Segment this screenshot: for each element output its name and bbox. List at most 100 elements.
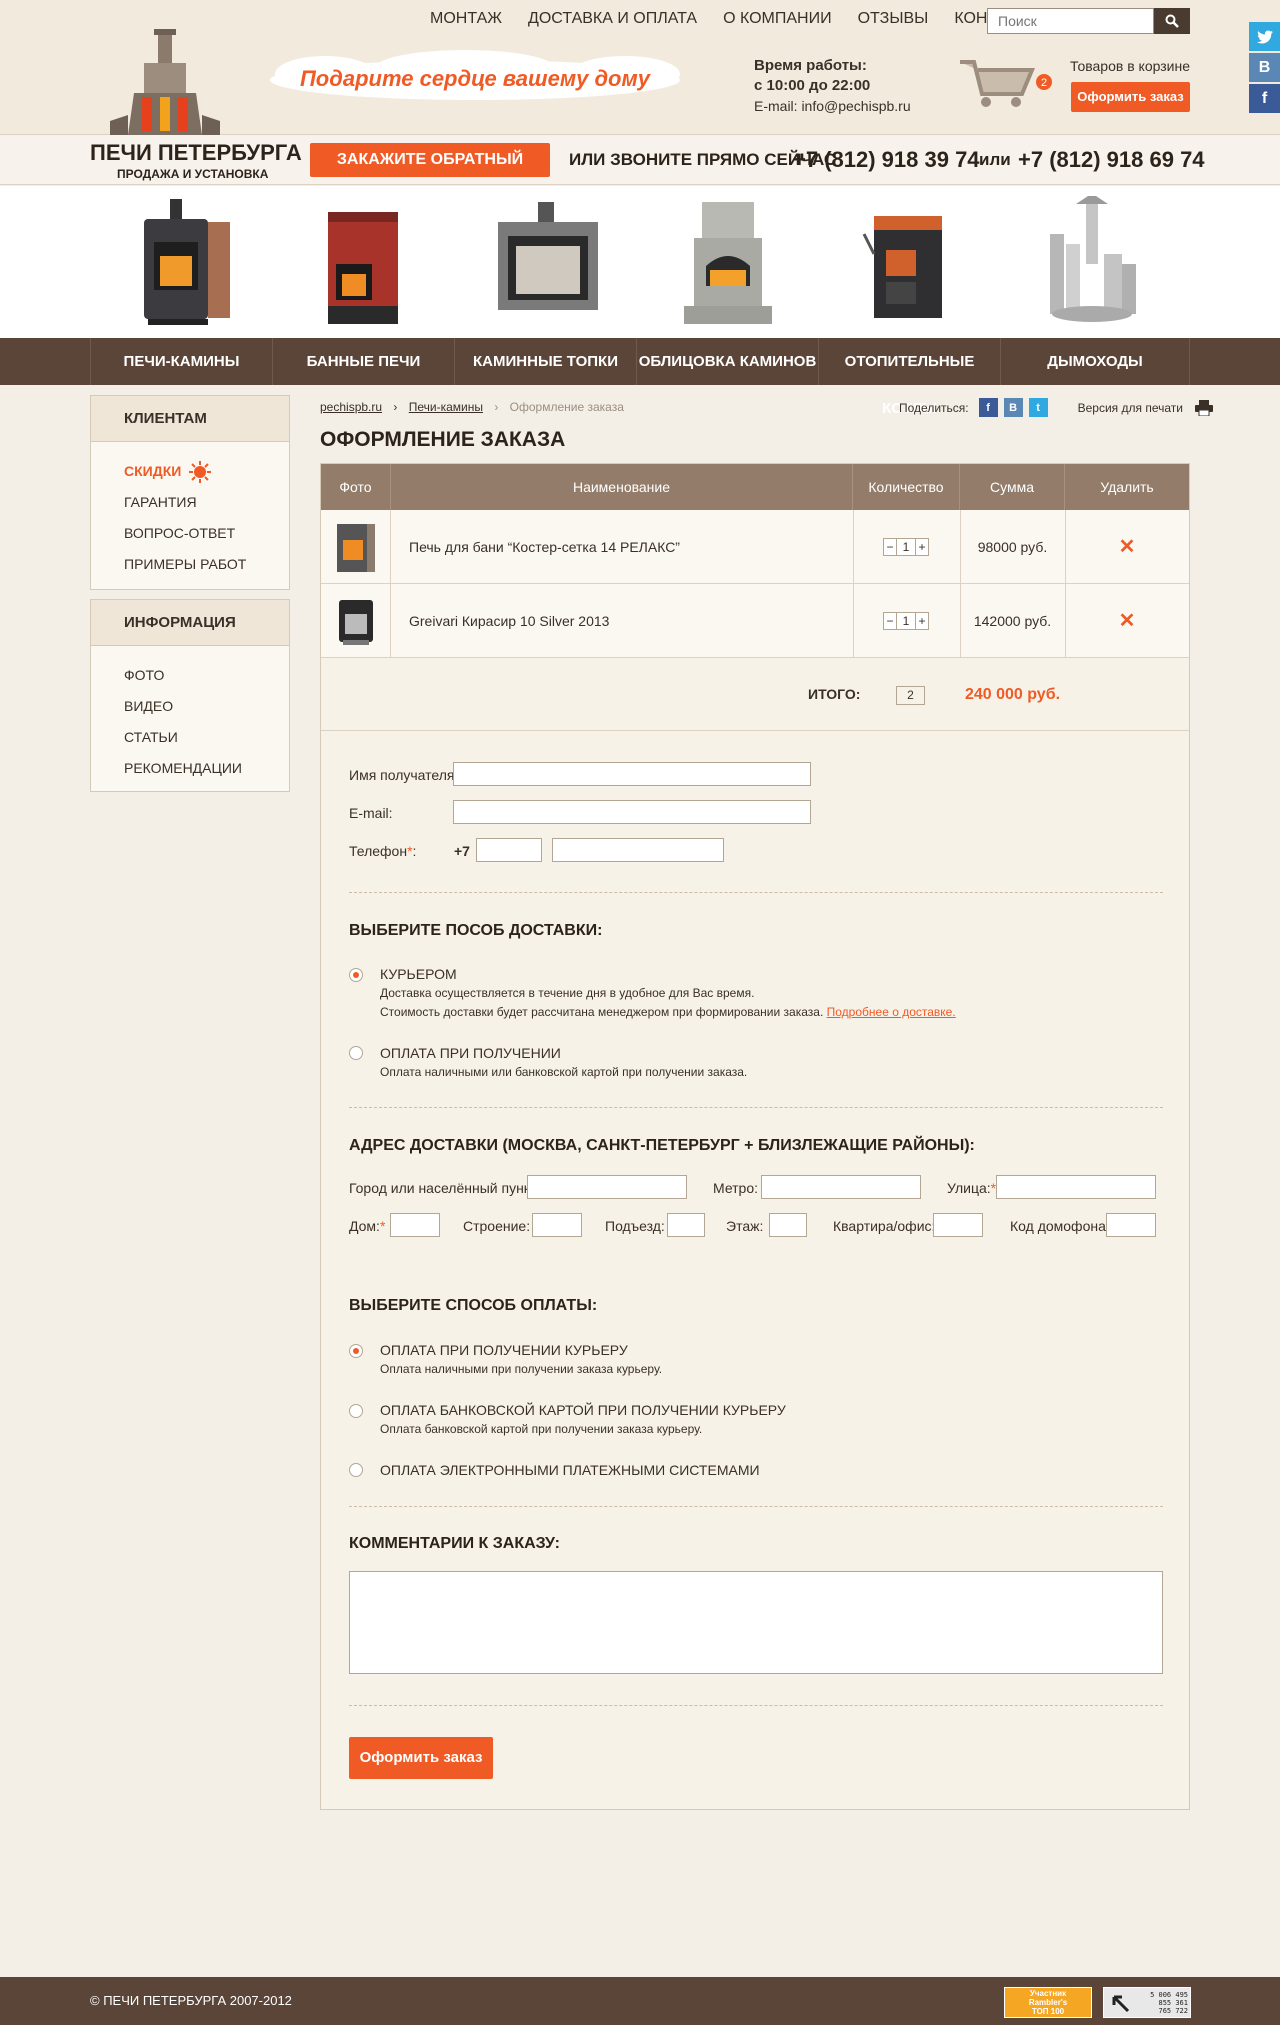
sidebar-item-works[interactable]: ПРИМЕРЫ РАБОТ	[124, 549, 289, 580]
share-facebook-icon[interactable]: f	[978, 398, 998, 417]
sidebar-item-photo[interactable]: ФОТО	[124, 660, 289, 691]
sidebar-item-warranty[interactable]: ГАРАНТИЯ	[124, 487, 289, 518]
payment-cash-radio[interactable]	[349, 1344, 363, 1358]
chimney-image[interactable]	[1032, 194, 1152, 334]
fireplace-cladding-image[interactable]	[668, 194, 788, 334]
phone-label: Телефон*:	[349, 843, 417, 859]
page-title: ОФОРМЛЕНИЕ ЗАКАЗА	[320, 428, 566, 451]
delivery-courier-desc: Доставка осуществляется в течение дня в …	[380, 986, 956, 1019]
print-version-link[interactable]: Версия для печати	[1078, 401, 1183, 415]
metro-field[interactable]	[761, 1175, 921, 1199]
phone-number-field[interactable]	[552, 838, 724, 862]
delete-icon[interactable]: ✕	[1065, 584, 1189, 658]
cart-icon[interactable]: 2	[952, 52, 1052, 112]
twitter-icon[interactable]	[1249, 22, 1280, 51]
entrance-field[interactable]	[667, 1213, 705, 1237]
product-name[interactable]: Greivari Кирасир 10 Silver 2013	[409, 584, 609, 658]
nav-montage[interactable]: МОНТАЖ	[430, 10, 502, 28]
category-sauna-stoves[interactable]: БАННЫЕ ПЕЧИ	[272, 338, 454, 385]
share-vk-icon[interactable]: В	[1003, 398, 1023, 417]
checkout-button[interactable]: Оформить заказ	[1071, 82, 1190, 112]
contact-email[interactable]: E-mail: info@pechispb.ru	[754, 96, 911, 116]
payment-online-label[interactable]: ОПЛАТА ЭЛЕКТРОННЫМИ ПЛАТЕЖНЫМИ СИСТЕМАМИ	[380, 1462, 760, 1478]
building-field[interactable]	[532, 1213, 582, 1237]
liveinternet-counter[interactable]: 5 006 495 855 361 765 722	[1103, 1987, 1191, 2018]
phone-1[interactable]: +7 (812) 918 39 74	[793, 147, 980, 173]
category-fireplace-cladding[interactable]: ОБЛИЦОВКА КАМИНОВ	[636, 338, 818, 385]
phone-2[interactable]: +7 (812) 918 69 74	[1018, 147, 1205, 173]
payment-online-radio[interactable]	[349, 1463, 363, 1477]
intercom-label: Код домофона:	[1010, 1218, 1110, 1234]
category-chimneys[interactable]: ДЫМОХОДЫ	[1000, 338, 1190, 385]
sidebar-item-faq[interactable]: ВОПРОС-ОТВЕТ	[124, 518, 289, 549]
delivery-details-link[interactable]: Подробнее о доставке.	[827, 1005, 956, 1019]
facebook-icon[interactable]: f	[1249, 84, 1280, 113]
payment-card-label[interactable]: ОПЛАТА БАНКОВСКОЙ КАРТОЙ ПРИ ПОЛУЧЕНИИ К…	[380, 1402, 786, 1418]
fireplace-insert-image[interactable]	[486, 194, 606, 334]
delivery-courier-radio[interactable]	[349, 968, 363, 982]
submit-order-button[interactable]: Оформить заказ	[349, 1737, 493, 1779]
flat-field[interactable]	[933, 1213, 983, 1237]
product-photo[interactable]	[321, 584, 391, 658]
column-divider	[1065, 510, 1066, 658]
total-sum: 240 000 руб.	[964, 686, 1061, 703]
category-heating-boilers[interactable]: ОТОПИТЕЛЬНЫЕ КОТЛЫ	[818, 338, 1000, 417]
street-field[interactable]	[996, 1175, 1156, 1199]
comment-textarea[interactable]	[349, 1571, 1163, 1674]
category-fireplace-inserts[interactable]: КАМИННЫЕ ТОПКИ	[454, 338, 636, 385]
quantity-value[interactable]: 1	[897, 538, 915, 556]
entrance-label: Подъезд:	[605, 1218, 665, 1234]
divider	[349, 1506, 1163, 1507]
share-twitter-icon[interactable]: t	[1028, 398, 1048, 417]
plus-button[interactable]: +	[915, 612, 929, 630]
recipient-name-field[interactable]	[453, 762, 811, 786]
delete-icon[interactable]: ✕	[1065, 510, 1189, 584]
stove-fireplace-image[interactable]	[122, 194, 242, 334]
flat-label: Квартира/офис:	[833, 1218, 936, 1234]
floor-field[interactable]	[769, 1213, 807, 1237]
sidebar-item-discounts[interactable]: СКИДКИ	[124, 456, 181, 487]
payment-cash-label[interactable]: ОПЛАТА ПРИ ПОЛУЧЕНИИ КУРЬЕРУ	[380, 1342, 628, 1358]
rambler-counter[interactable]: Участник Rambler's ТОП 100	[1004, 1987, 1092, 2018]
nav-delivery[interactable]: ДОСТАВКА И ОПЛАТА	[528, 10, 697, 28]
nav-about[interactable]: О КОМПАНИИ	[723, 10, 832, 28]
plus-button[interactable]: +	[915, 538, 929, 556]
column-divider	[960, 510, 961, 658]
sidebar-item-articles[interactable]: СТАТЬИ	[124, 722, 289, 753]
product-photo[interactable]	[321, 510, 391, 584]
house-field[interactable]	[390, 1213, 440, 1237]
callback-button[interactable]: ЗАКАЖИТЕ ОБРАТНЫЙ ЗВОНОК	[310, 143, 550, 202]
col-photo: Фото	[321, 464, 391, 510]
email-field[interactable]	[453, 800, 811, 824]
sidebar-item-video[interactable]: ВИДЕО	[124, 691, 289, 722]
sauna-stove-image[interactable]	[304, 194, 424, 334]
working-hours: Время работы: с 10:00 до 22:00 E-mail: i…	[754, 57, 911, 116]
delivery-title: ВЫБЕРИТЕ ПОСОБ ДОСТАВКИ:	[349, 922, 603, 939]
order-panel: Фото Наименование Количество Сумма Удали…	[320, 463, 1190, 1810]
minus-button[interactable]: −	[883, 612, 897, 630]
intercom-field[interactable]	[1106, 1213, 1156, 1237]
delivery-courier-label[interactable]: КУРЬЕРОМ	[380, 966, 457, 982]
vk-icon[interactable]: В	[1249, 53, 1280, 82]
printer-icon[interactable]	[1194, 399, 1213, 416]
payment-card-radio[interactable]	[349, 1404, 363, 1418]
delivery-pickup-radio[interactable]	[349, 1046, 363, 1060]
search-input[interactable]	[987, 8, 1154, 34]
delivery-pickup-label[interactable]: ОПЛАТА ПРИ ПОЛУЧЕНИИ	[380, 1045, 561, 1061]
product-name[interactable]: Печь для бани “Костер-сетка 14 РЕЛАКС”	[409, 510, 680, 584]
breadcrumb-home[interactable]: pechispb.ru	[320, 400, 382, 414]
category-stoves-fireplaces[interactable]: ПЕЧИ-КАМИНЫ	[90, 338, 272, 385]
phone-code-field[interactable]	[476, 838, 542, 862]
search-box	[987, 8, 1190, 34]
nav-reviews[interactable]: ОТЗЫВЫ	[858, 10, 929, 28]
heating-boiler-image[interactable]	[850, 194, 970, 334]
slogan: Подарите сердце вашему дому	[299, 66, 651, 91]
breadcrumb-category[interactable]: Печи-камины	[409, 400, 483, 414]
city-field[interactable]	[527, 1175, 687, 1199]
cart-label: Товаров в корзине	[1070, 58, 1190, 74]
quantity-value[interactable]: 1	[897, 612, 915, 630]
sidebar-item-recommendations[interactable]: РЕКОМЕНДАЦИИ	[124, 753, 289, 784]
building-label: Строение:	[463, 1218, 531, 1234]
minus-button[interactable]: −	[883, 538, 897, 556]
search-button[interactable]	[1154, 8, 1190, 34]
